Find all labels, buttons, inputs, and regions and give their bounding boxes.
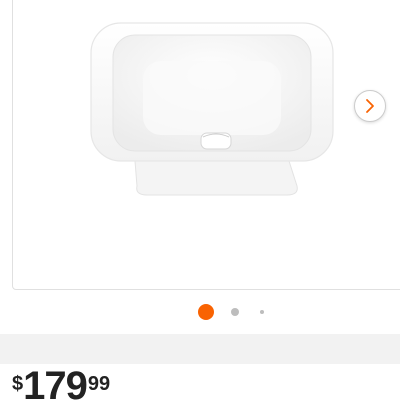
price-dollars: 179 [23,364,88,400]
product-price: $ 179 99 [12,366,110,400]
pagination-dot-2[interactable] [231,308,239,316]
product-page: $ 179 99 [0,0,400,400]
pagination-dot-3[interactable] [260,310,264,314]
chevron-right-icon [366,99,374,113]
pagination-dot-1[interactable] [198,304,214,320]
sink-product-image [90,22,334,196]
price-currency: $ [12,373,24,395]
product-image-card[interactable] [12,0,400,290]
price-cents: 99 [87,373,111,395]
section-divider [0,334,400,364]
image-pagination [0,302,400,322]
next-image-button[interactable] [354,90,386,122]
